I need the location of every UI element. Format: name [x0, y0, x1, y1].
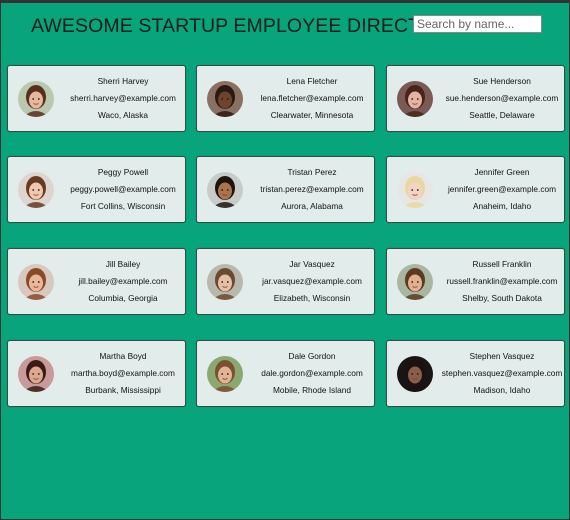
employee-info: Sherri Harvey sherri.harvey@example.com Wa… [60, 73, 186, 124]
employee-location: Burbank, Mississippi [85, 385, 161, 395]
employee-info: Jar Vasquez jar.vasquez@example.com Elizab… [249, 256, 375, 307]
employee-location: Fort Collins, Wisconsin [80, 201, 166, 211]
employee-name: Jar Vasquez [289, 259, 335, 269]
employee-card[interactable]: Dale Gordon dale.gordon@example.com Mobile… [196, 340, 375, 407]
avatar [207, 172, 243, 208]
avatar [18, 264, 54, 300]
employee-name: Jill Bailey [105, 259, 141, 269]
employee-info: Sue Henderson sue.henderson@example.com Se… [439, 73, 565, 124]
employee-location: Madison, Idaho [473, 385, 531, 395]
employee-name: Dale Gordon [288, 351, 336, 361]
page-title: AWESOME STARTUP EMPLOYEE DIRECTORY [31, 15, 463, 37]
employee-location: Shelby, South Dakota [462, 293, 542, 303]
employee-name: Martha Boyd [99, 351, 147, 361]
avatar [207, 356, 243, 392]
employee-email: lena.fletcher@example.com [260, 93, 364, 103]
employee-info: Russell Franklin russell.franklin@example… [439, 256, 565, 307]
avatar [397, 172, 433, 208]
employee-name: Jennifer Green [474, 167, 530, 177]
employee-location: Waco, Alaska [98, 110, 148, 120]
avatar [397, 264, 433, 300]
avatar [207, 264, 243, 300]
employee-info: Jill Bailey jill.bailey@example.com Columb… [60, 256, 186, 307]
employee-info: Tristan Perez tristan.perez@example.com Au… [249, 164, 375, 215]
employee-card[interactable]: Tristan Perez tristan.perez@example.com Au… [196, 156, 375, 223]
employee-email: dale.gordon@example.com [261, 368, 363, 378]
employee-email: jar.vasquez@example.com [262, 276, 362, 286]
employee-location: Aurora, Alabama [281, 201, 343, 211]
employee-email: stephen.vasquez@example.com [441, 368, 563, 378]
employee-info: Dale Gordon dale.gordon@example.com Mobile… [249, 348, 375, 399]
employee-location: Columbia, Georgia [88, 293, 158, 303]
employee-email: tristan.perez@example.com [260, 184, 364, 194]
employee-email: martha.boyd@example.com [71, 368, 175, 378]
avatar [18, 172, 54, 208]
avatar [18, 356, 54, 392]
employee-name: Sue Henderson [473, 76, 531, 86]
employee-name: Peggy Powell [97, 167, 149, 177]
employee-name: Stephen Vasquez [469, 351, 535, 361]
employee-name: Russell Franklin [472, 259, 532, 269]
avatar [18, 81, 54, 117]
employee-email: peggy.powell@example.com [70, 184, 176, 194]
employee-email: sherri.harvey@example.com [70, 93, 176, 103]
employee-name: Sherri Harvey [97, 76, 149, 86]
employee-name: Tristan Perez [287, 167, 337, 177]
employee-card[interactable]: Sherri Harvey sherri.harvey@example.com Wa… [7, 65, 186, 132]
employee-email: russell.franklin@example.com [446, 276, 558, 286]
employee-name: Lena Fletcher [286, 76, 338, 86]
window-top-border [1, 1, 570, 3]
employee-location: Clearwater, Minnesota [270, 110, 354, 120]
employee-card[interactable]: Jill Bailey jill.bailey@example.com Columb… [7, 248, 186, 315]
avatar [397, 81, 433, 117]
employee-location: Elizabeth, Wisconsin [273, 293, 351, 303]
employee-card[interactable]: Jar Vasquez jar.vasquez@example.com Elizab… [196, 248, 375, 315]
employee-info: Martha Boyd martha.boyd@example.com Burban… [60, 348, 186, 399]
employee-card[interactable]: Russell Franklin russell.franklin@example… [386, 248, 565, 315]
employee-info: Stephen Vasquez stephen.vasquez@example.c… [439, 348, 565, 399]
employee-location: Mobile, Rhode Island [273, 385, 351, 395]
employee-location: Anaheim, Idaho [472, 201, 532, 211]
avatar [207, 81, 243, 117]
employee-card[interactable]: Lena Fletcher lena.fletcher@example.com Cl… [196, 65, 375, 132]
employee-info: Lena Fletcher lena.fletcher@example.com Cl… [249, 73, 375, 124]
employee-info: Peggy Powell peggy.powell@example.com Fort… [60, 164, 186, 215]
avatar [397, 356, 433, 392]
employee-card[interactable]: Jennifer Green jennifer.green@example.com… [386, 156, 565, 223]
employee-info: Jennifer Green jennifer.green@example.com… [439, 164, 565, 215]
employee-email: jill.bailey@example.com [78, 276, 168, 286]
search-input[interactable] [413, 15, 542, 33]
employee-card[interactable]: Sue Henderson sue.henderson@example.com Se… [386, 65, 565, 132]
employee-email: jennifer.green@example.com [447, 184, 557, 194]
employee-location: Seattle, Delaware [469, 110, 535, 120]
employee-email: sue.henderson@example.com [445, 93, 559, 103]
employee-card[interactable]: Peggy Powell peggy.powell@example.com Fort… [7, 156, 186, 223]
employee-card[interactable]: Martha Boyd martha.boyd@example.com Burban… [7, 340, 186, 407]
employee-card[interactable]: Stephen Vasquez stephen.vasquez@example.c… [386, 340, 565, 407]
